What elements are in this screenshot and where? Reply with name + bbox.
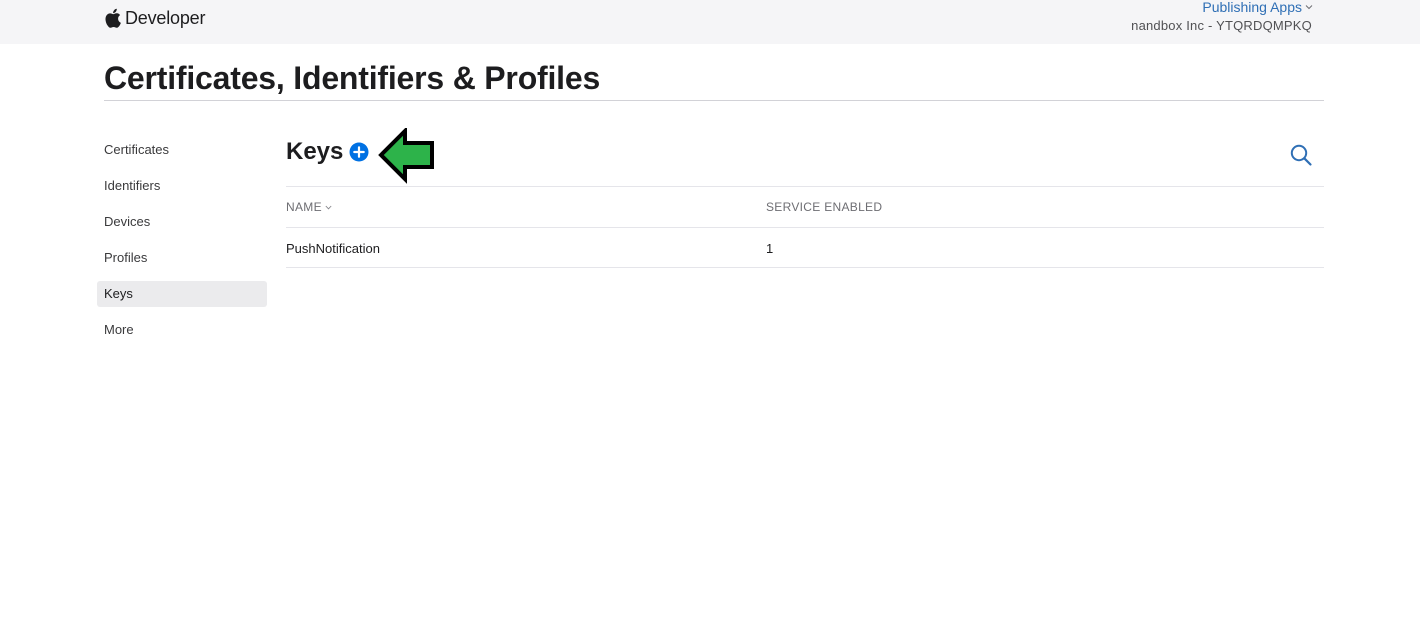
annotation-arrow-icon	[378, 128, 434, 184]
sidebar-item-certificates[interactable]: Certificates	[97, 137, 267, 163]
team-menu-label: Publishing Apps	[1202, 0, 1302, 15]
sidebar-item-more[interactable]: More	[97, 317, 267, 343]
key-name-cell[interactable]: PushNotification	[286, 241, 380, 256]
team-menu-button[interactable]: Publishing Apps	[1202, 0, 1313, 15]
add-key-plus-icon[interactable]	[349, 142, 369, 162]
page-title: Certificates, Identifiers & Profiles	[104, 60, 601, 96]
apple-logo-icon	[105, 8, 121, 28]
brand-label: Developer	[125, 7, 206, 28]
sidebar-item-identifiers[interactable]: Identifiers	[97, 173, 267, 199]
column-header-name[interactable]: NAME	[286, 200, 332, 214]
team-name: nandbox Inc - YTQRDQMPKQ	[1131, 18, 1312, 33]
sidebar-item-keys[interactable]: Keys	[97, 281, 267, 307]
section-title: Keys	[286, 138, 344, 165]
sidebar-item-devices[interactable]: Devices	[97, 209, 267, 235]
sidebar: Certificates Identifiers Devices Profile…	[97, 137, 267, 353]
service-enabled-cell: 1	[766, 241, 774, 256]
global-nav: Developer Publishing Apps nandbox Inc - …	[0, 0, 1420, 44]
keys-header: Keys	[286, 138, 369, 166]
chevron-down-icon	[1305, 5, 1313, 10]
table-header-row: NAME SERVICE ENABLED	[286, 186, 1324, 227]
keys-table: NAME SERVICE ENABLED PushNotification 1	[286, 186, 1324, 268]
developer-home-link[interactable]: Developer	[104, 6, 205, 30]
sort-chevron-icon	[325, 205, 332, 209]
column-header-service-enabled[interactable]: SERVICE ENABLED	[766, 200, 882, 214]
title-divider	[104, 100, 1324, 101]
search-icon[interactable]	[1288, 142, 1314, 168]
column-header-name-label: NAME	[286, 200, 322, 214]
table-row[interactable]: PushNotification 1	[286, 227, 1324, 268]
sidebar-item-profiles[interactable]: Profiles	[97, 245, 267, 271]
